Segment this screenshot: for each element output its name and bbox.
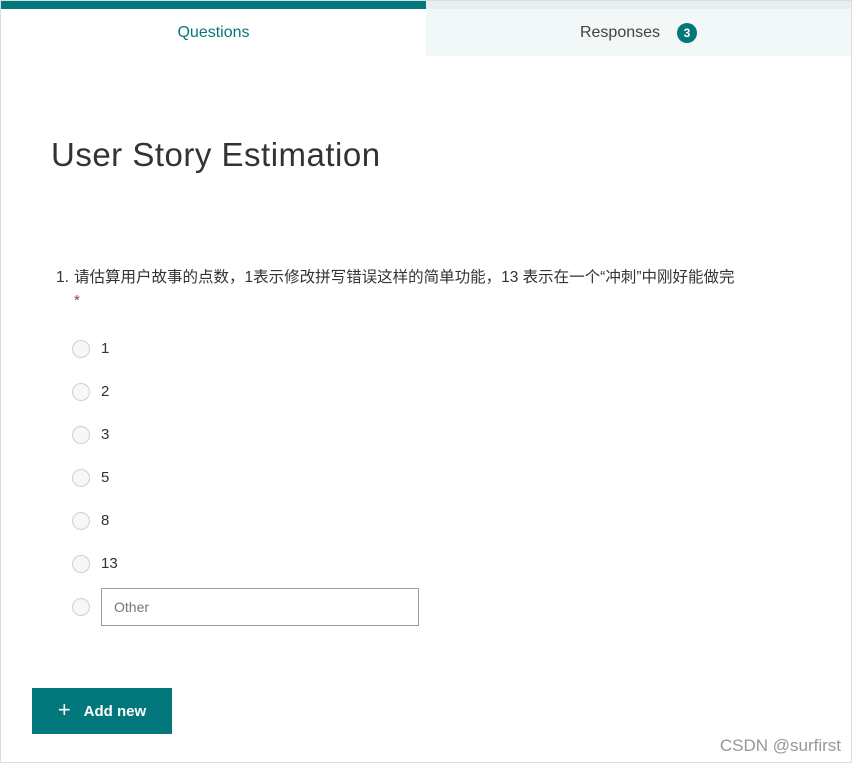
- radio-button[interactable]: [72, 339, 90, 358]
- form-title[interactable]: User Story Estimation: [51, 136, 851, 174]
- tab-questions[interactable]: Questions: [1, 1, 426, 56]
- option-label: 13: [101, 555, 118, 572]
- radio-button-other[interactable]: [72, 597, 90, 616]
- radio-button[interactable]: [72, 382, 90, 401]
- add-new-label: Add new: [83, 702, 147, 720]
- watermark: CSDN @surfirst: [719, 736, 841, 755]
- responses-count-badge: 3: [677, 22, 698, 43]
- question-block[interactable]: 1. 请估算用户故事的点数，1表示修改拼写错误这样的简单功能，13 表示在一个“…: [56, 266, 804, 312]
- radio-button[interactable]: [72, 425, 90, 444]
- required-marker: *: [74, 292, 80, 309]
- option-label: 3: [101, 426, 110, 443]
- option-row: 3: [72, 413, 851, 456]
- radio-button[interactable]: [72, 554, 90, 573]
- option-row: 1: [72, 327, 851, 370]
- question-number: 1.: [56, 269, 69, 286]
- tab-questions-label: Questions: [177, 23, 250, 41]
- option-label: 2: [101, 383, 110, 400]
- add-new-button[interactable]: + Add new: [32, 688, 172, 734]
- option-label: 1: [101, 340, 110, 357]
- other-input[interactable]: [101, 587, 419, 626]
- option-label: 5: [101, 469, 110, 486]
- plus-icon: +: [57, 697, 71, 722]
- other-option-container: [72, 585, 851, 628]
- options-list: 1 2 3 5 8 13: [72, 327, 851, 585]
- option-row-other: [72, 585, 851, 628]
- option-label: 8: [101, 512, 110, 529]
- tab-responses[interactable]: Responses 3: [426, 1, 851, 56]
- form-tabs: Questions Responses 3: [1, 1, 851, 56]
- option-row: 13: [72, 542, 851, 585]
- question-text: 请估算用户故事的点数，1表示修改拼写错误这样的简单功能，13 表示在一个“冲刺”…: [74, 269, 735, 286]
- option-row: 8: [72, 499, 851, 542]
- radio-button[interactable]: [72, 511, 90, 530]
- option-row: 5: [72, 456, 851, 499]
- tab-responses-label: Responses: [579, 23, 661, 41]
- radio-button[interactable]: [72, 468, 90, 487]
- option-row: 2: [72, 370, 851, 413]
